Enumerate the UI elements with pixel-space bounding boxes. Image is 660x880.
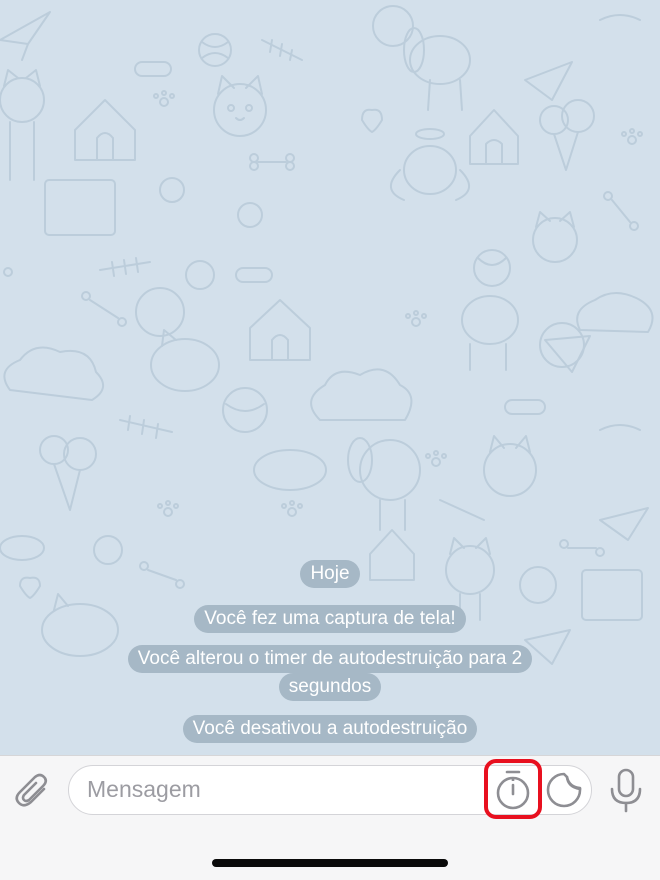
home-indicator[interactable] bbox=[212, 859, 448, 867]
service-message-autodestruct-disabled: Você desativou a autodestruição bbox=[182, 715, 478, 743]
doodle-ball bbox=[185, 260, 215, 290]
doodle-paper-plane bbox=[599, 507, 649, 541]
doodle-cat bbox=[150, 329, 220, 392]
paperclip-icon[interactable] bbox=[14, 772, 54, 812]
doodle-heart-bubble bbox=[372, 5, 414, 47]
doodle-balloons bbox=[539, 99, 595, 171]
doodle-paw bbox=[425, 450, 447, 467]
date-separator: Hoje bbox=[300, 560, 360, 588]
doodle-fish-bubble bbox=[135, 287, 185, 337]
doodle-ball bbox=[237, 202, 263, 228]
doodle-fishbone bbox=[261, 39, 303, 61]
doodle-cloud bbox=[3, 346, 104, 401]
doodle-collar bbox=[235, 267, 273, 283]
doodle-dog bbox=[461, 295, 519, 371]
doodle-fishbone bbox=[119, 415, 173, 439]
doodle-balloons bbox=[39, 435, 97, 511]
doodle-cat bbox=[483, 435, 537, 497]
doodle-ball bbox=[473, 249, 511, 287]
doodle-paw bbox=[3, 267, 13, 277]
doodle-paper-plane bbox=[0, 11, 51, 61]
doodle-cat bbox=[213, 75, 267, 137]
doodle-dog bbox=[403, 27, 471, 111]
doodle-cloud bbox=[576, 292, 654, 333]
service-message-line: Você alterou o timer de autodestruição p… bbox=[127, 645, 533, 673]
doodle-bowl bbox=[0, 535, 45, 561]
doodle-cloud bbox=[310, 368, 413, 421]
doodle-bowl bbox=[253, 449, 327, 491]
doodle-magnifier bbox=[159, 177, 185, 203]
doodle-bone bbox=[603, 191, 639, 231]
service-message-line: segundos bbox=[278, 673, 382, 701]
microphone-icon[interactable] bbox=[608, 768, 644, 814]
doodle-cat bbox=[0, 69, 45, 181]
doodle-paw bbox=[621, 128, 643, 145]
chat-screen: Hoje Você fez uma captura de tela! Você … bbox=[0, 0, 660, 880]
doodle-paw bbox=[405, 310, 427, 327]
doodle-ball bbox=[198, 33, 232, 67]
message-composer bbox=[0, 755, 660, 880]
doodle-paw bbox=[281, 500, 303, 517]
message-input[interactable] bbox=[87, 766, 477, 813]
sticker-icon[interactable] bbox=[545, 771, 583, 809]
doodle-heart bbox=[361, 108, 383, 133]
doodle-paw bbox=[157, 500, 179, 517]
doodle-squiggle bbox=[599, 424, 641, 431]
doodle-bone bbox=[249, 153, 295, 171]
stopwatch-icon[interactable] bbox=[493, 767, 533, 811]
service-message-screenshot: Você fez uma captura de tela! bbox=[194, 605, 466, 633]
message-list: Hoje Você fez uma captura de tela! Você … bbox=[0, 560, 660, 743]
doodle-squiggle bbox=[599, 14, 641, 21]
doodle-dog bbox=[390, 128, 470, 201]
doodle-doghouse bbox=[74, 99, 136, 161]
doodle-fishbone bbox=[439, 499, 485, 521]
doodle-collar bbox=[504, 399, 546, 415]
doodle-bone bbox=[559, 539, 605, 557]
doodle-doghouse bbox=[249, 299, 311, 361]
doodle-paper-plane bbox=[524, 61, 573, 101]
doodle-bone bbox=[81, 291, 127, 327]
doodle-box bbox=[44, 179, 116, 236]
service-message-timer-changed: Você alterou o timer de autodestruição p… bbox=[127, 645, 533, 701]
doodle-fishbone bbox=[99, 257, 151, 277]
doodle-dog bbox=[347, 437, 421, 531]
doodle-doghouse bbox=[469, 109, 519, 165]
doodle-paw bbox=[153, 90, 175, 107]
doodle-cat bbox=[532, 211, 578, 263]
doodle-collar bbox=[134, 61, 172, 77]
